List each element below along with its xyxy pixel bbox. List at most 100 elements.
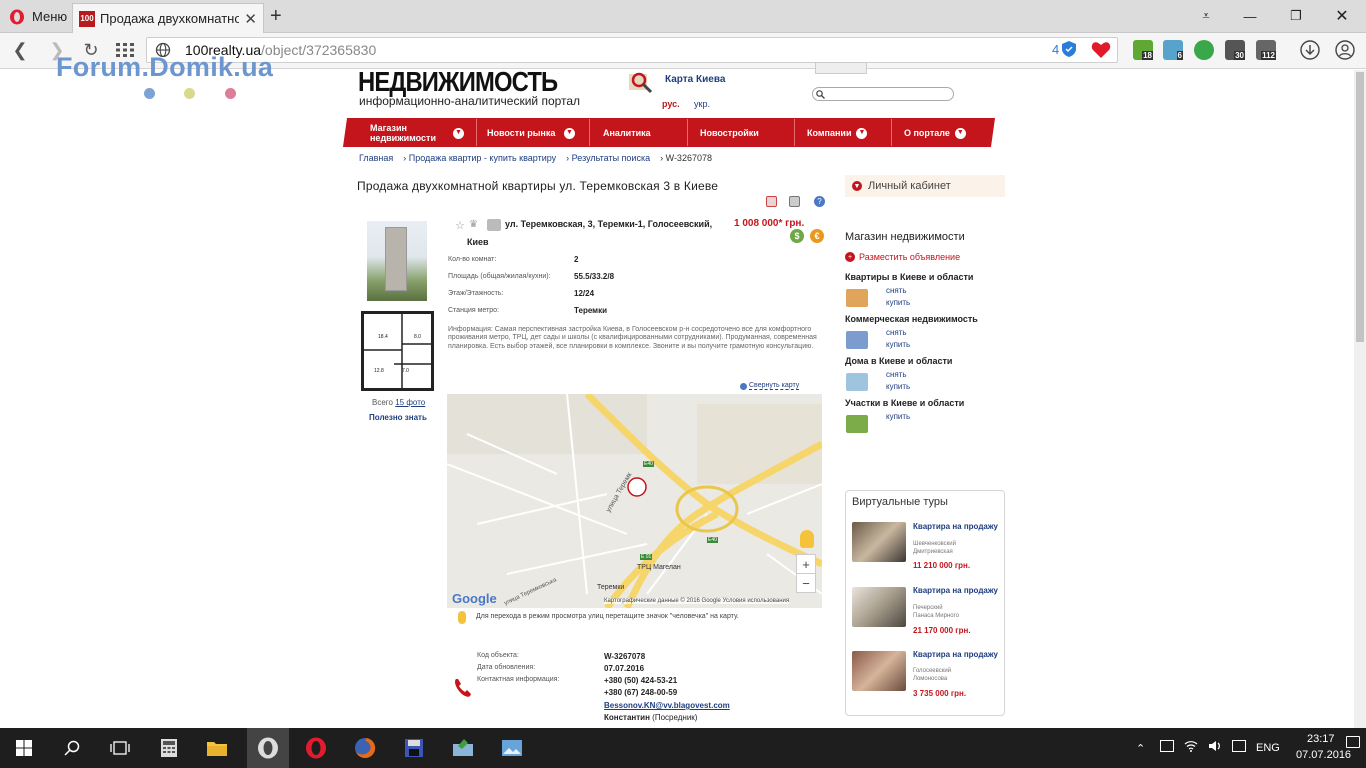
help-icon[interactable]: ? xyxy=(814,196,825,207)
map-search-icon[interactable] xyxy=(627,70,655,94)
task-view-icon[interactable] xyxy=(104,732,136,764)
tour-title[interactable]: Квартира на продажу xyxy=(913,522,998,531)
opera-menu-button[interactable]: Меню xyxy=(0,0,70,33)
category-houses-title[interactable]: Дома в Киеве и области xyxy=(845,356,952,366)
volume-icon[interactable] xyxy=(1208,740,1222,752)
downloads-icon[interactable] xyxy=(1298,38,1322,62)
commercial-buy-link[interactable]: купить xyxy=(886,340,910,349)
nav-label: Аналитика xyxy=(603,128,651,138)
collapse-map-link[interactable]: Свернуть карту xyxy=(749,382,800,390)
google-map[interactable]: улица Теремк ТРЦ Магелан Теремки улица Т… xyxy=(447,394,822,608)
tour-title[interactable]: Квартира на продажу xyxy=(913,586,998,595)
save-disk-icon[interactable] xyxy=(398,732,430,764)
place-ad-link[interactable]: + Разместить объявление xyxy=(845,252,960,262)
tour-thumbnail[interactable] xyxy=(852,651,906,691)
nav-shop[interactable]: Магазин недвижимости ▼ xyxy=(370,122,480,144)
new-tab-button[interactable]: + xyxy=(270,6,282,26)
zoom-in-button[interactable]: + xyxy=(796,554,816,574)
photo-camera-icon[interactable] xyxy=(487,219,501,231)
clock-time[interactable]: 23:17 xyxy=(1307,733,1335,745)
nav-newbuilds[interactable]: Новостройки xyxy=(700,122,759,144)
houses-rent-link[interactable]: снять xyxy=(886,370,907,379)
usd-currency-icon[interactable]: $ xyxy=(790,229,804,243)
nav-news[interactable]: Новости рынка ▼ xyxy=(487,122,587,144)
tab-menu-icon[interactable]: ⩡ xyxy=(1184,0,1228,32)
vpn-extension-icon[interactable] xyxy=(1194,40,1214,60)
breadcrumb-sale[interactable]: › Продажа квартир - купить квартиру xyxy=(403,153,556,163)
ghostery-extension-icon[interactable]: 6 xyxy=(1163,40,1183,60)
category-land-title[interactable]: Участки в Киеве и области xyxy=(845,398,964,408)
file-explorer-icon[interactable] xyxy=(201,732,233,764)
tour-street: Панаса Мирного xyxy=(913,613,960,619)
nav-companies[interactable]: Компании ▼ xyxy=(807,122,868,144)
nav-analytics[interactable]: Аналитика xyxy=(603,122,651,144)
calculator-icon[interactable] xyxy=(153,732,185,764)
collapse-icon[interactable] xyxy=(740,383,747,390)
windows-start-icon[interactable] xyxy=(8,732,40,764)
maximize-button[interactable]: ❐ xyxy=(1274,0,1318,32)
breadcrumb-current: › W-3267078 xyxy=(660,153,712,163)
input-language[interactable]: ENG xyxy=(1256,742,1280,754)
pdf-icon[interactable] xyxy=(766,196,777,207)
lang-ukr-link[interactable]: укр. xyxy=(694,99,710,109)
kiev-map-link[interactable]: Карта Киева xyxy=(665,74,725,85)
tour-thumbnail[interactable] xyxy=(852,587,906,627)
tour-thumbnail[interactable] xyxy=(852,522,906,562)
favorite-star-icon[interactable]: ☆ xyxy=(455,219,465,232)
site-search-input[interactable] xyxy=(812,87,954,101)
close-window-button[interactable]: ✕ xyxy=(1320,0,1364,32)
useful-info-link[interactable]: Полезно знать xyxy=(369,413,427,422)
active-tab[interactable]: 100 Продажа двухкомнатной ✕ xyxy=(72,3,264,33)
photos-total-link[interactable]: 15 фото xyxy=(395,398,425,407)
scrollbar-thumb[interactable] xyxy=(1356,72,1364,342)
category-apartments-title[interactable]: Квартиры в Киеве и области xyxy=(845,272,973,282)
photos-app-icon[interactable] xyxy=(496,732,528,764)
search-icon[interactable] xyxy=(56,732,88,764)
firefox-icon[interactable] xyxy=(349,732,381,764)
login-button[interactable] xyxy=(815,62,867,74)
address-bar[interactable]: 100realty.ua/object/372365830 xyxy=(146,37,1118,63)
login-area[interactable] xyxy=(815,62,1005,76)
opera-taskbar-icon[interactable] xyxy=(252,732,284,764)
crown-icon[interactable]: ♛ xyxy=(469,219,478,230)
adblock-extension-icon[interactable]: 18 xyxy=(1133,40,1153,60)
tray-device-icon[interactable] xyxy=(1160,740,1174,752)
houses-buy-link[interactable]: купить xyxy=(886,382,910,391)
shield-icon[interactable] xyxy=(1062,41,1076,57)
category-commercial-title[interactable]: Коммерческая недвижимость xyxy=(845,314,978,324)
tour-price: 11 210 000 грн. xyxy=(913,561,971,570)
profile-icon[interactable] xyxy=(1333,38,1357,62)
minimize-button[interactable]: — xyxy=(1228,0,1272,32)
tray-chevron-up-icon[interactable]: ⌃ xyxy=(1136,742,1145,755)
tab-close-icon[interactable]: ✕ xyxy=(244,10,257,28)
video-extension-icon[interactable]: 112 xyxy=(1256,40,1276,60)
apartments-rent-link[interactable]: снять xyxy=(886,286,907,295)
site-favicon-icon: 100 xyxy=(79,10,95,27)
floor-plan[interactable]: 18.4 8.0 12.8 7.0 xyxy=(361,311,434,391)
keyboard-icon[interactable] xyxy=(1232,740,1246,752)
breadcrumb-results[interactable]: › Результаты поиска xyxy=(566,153,650,163)
commercial-rent-link[interactable]: снять xyxy=(886,328,907,337)
heart-icon[interactable] xyxy=(1091,41,1111,59)
contact-email[interactable]: Bessonov.KN@vv.blagovest.com xyxy=(604,701,730,710)
pegman-icon[interactable] xyxy=(800,530,814,548)
tour-title[interactable]: Квартира на продажу xyxy=(913,650,998,659)
apartments-buy-link[interactable]: купить xyxy=(886,298,910,307)
personal-cabinet-button[interactable]: ▼ Личный кабинет xyxy=(845,175,1005,197)
lang-rus-link[interactable]: рус. xyxy=(662,99,680,109)
land-buy-link[interactable]: купить xyxy=(886,412,910,421)
back-icon[interactable]: ❮ xyxy=(8,38,32,62)
print-icon[interactable] xyxy=(789,196,800,207)
zoom-out-button[interactable]: − xyxy=(796,573,816,593)
breadcrumb-home[interactable]: Главная xyxy=(359,153,393,163)
wifi-icon[interactable] xyxy=(1184,740,1198,752)
nav-about[interactable]: О портале ▼ xyxy=(904,122,966,144)
opera-red-taskbar-icon[interactable] xyxy=(300,732,332,764)
eur-currency-icon[interactable]: € xyxy=(810,229,824,243)
clock-date[interactable]: 07.07.2016 xyxy=(1296,749,1351,761)
menu-label: Меню xyxy=(32,9,68,24)
listing-photo[interactable] xyxy=(367,221,427,301)
notifications-icon[interactable] xyxy=(1346,736,1360,748)
accounting-app-icon[interactable] xyxy=(447,732,479,764)
tools-extension-icon[interactable]: 30 xyxy=(1225,40,1245,60)
